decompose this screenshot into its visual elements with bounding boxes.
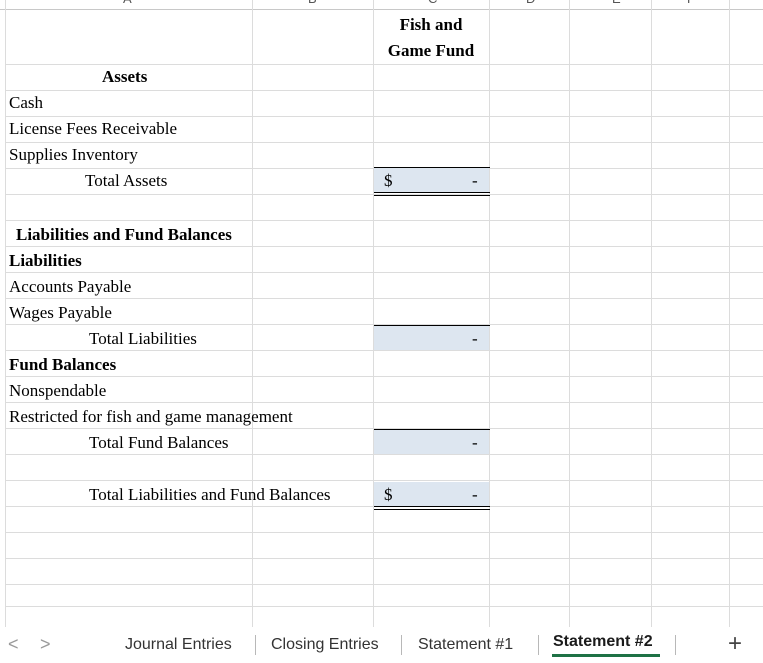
tab-closing-entries[interactable]: Closing Entries <box>271 627 379 657</box>
tab-journal-entries[interactable]: Journal Entries <box>125 627 232 657</box>
total-liabilities-label[interactable]: Total Liabilities <box>89 326 197 352</box>
tab-separator <box>401 635 402 655</box>
grid-hline <box>5 402 763 403</box>
header-game-fund[interactable]: Game Fund <box>373 38 489 64</box>
column-header-b[interactable]: B <box>308 0 317 6</box>
grid-hline <box>5 90 763 91</box>
sheet-tab-bar: < > Journal Entries Closing Entries Stat… <box>0 627 763 657</box>
total-liabilities-fund-balances-label[interactable]: Total Liabilities and Fund Balances <box>89 482 330 508</box>
previous-sheet-icon[interactable]: < <box>8 627 19 657</box>
column-header-f[interactable]: F <box>687 0 695 6</box>
liabilities-heading[interactable]: Liabilities <box>9 248 82 274</box>
tab-separator <box>255 635 256 655</box>
total-assets-double-underline <box>374 195 490 196</box>
column-header-c[interactable]: C <box>428 0 437 6</box>
grid-hline <box>5 376 763 377</box>
license-fees-label[interactable]: License Fees Receivable <box>9 116 177 142</box>
grid-hline <box>5 220 763 221</box>
column-header-a[interactable]: A <box>123 0 132 6</box>
restricted-label[interactable]: Restricted for fish and game management <box>9 404 293 430</box>
total-assets-label[interactable]: Total Assets <box>85 168 167 194</box>
total-liab-fb-double-underline <box>374 509 490 510</box>
total-liab-fb-value[interactable]: - <box>472 482 478 508</box>
column-header-e[interactable]: E <box>612 0 621 6</box>
spreadsheet-grid[interactable]: A B C D E F Fish and Game Fund Assets Ca… <box>0 0 763 627</box>
column-header-strip <box>0 0 763 10</box>
grid-hline <box>5 584 763 585</box>
total-assets-currency[interactable]: $ <box>384 168 393 194</box>
fund-balances-heading[interactable]: Fund Balances <box>9 352 116 378</box>
header-fish-and[interactable]: Fish and <box>373 12 489 38</box>
add-sheet-icon[interactable]: + <box>728 627 742 657</box>
cash-label[interactable]: Cash <box>9 90 43 116</box>
grid-hline <box>5 532 763 533</box>
nonspendable-label[interactable]: Nonspendable <box>9 378 106 404</box>
liabilities-fund-balances-heading[interactable]: Liabilities and Fund Balances <box>16 222 232 248</box>
grid-hline <box>5 272 763 273</box>
tab-separator <box>675 635 676 655</box>
tab-statement-1[interactable]: Statement #1 <box>418 627 513 657</box>
total-assets-value[interactable]: - <box>472 168 478 194</box>
total-liabilities-value[interactable]: - <box>472 326 478 352</box>
grid-hline <box>5 558 763 559</box>
total-liab-fb-currency[interactable]: $ <box>384 482 393 508</box>
accounts-payable-label[interactable]: Accounts Payable <box>9 274 131 300</box>
total-fund-balances-label[interactable]: Total Fund Balances <box>89 430 229 456</box>
supplies-inventory-label[interactable]: Supplies Inventory <box>9 142 138 168</box>
total-fund-balances-value[interactable]: - <box>472 430 478 456</box>
assets-heading[interactable]: Assets <box>102 64 147 90</box>
grid-hline <box>5 606 763 607</box>
column-header-d[interactable]: D <box>526 0 535 6</box>
wages-payable-label[interactable]: Wages Payable <box>9 300 112 326</box>
tab-separator <box>538 635 539 655</box>
grid-hline <box>5 480 763 481</box>
tab-statement-2[interactable]: Statement #2 <box>553 627 653 657</box>
next-sheet-icon[interactable]: > <box>40 627 51 657</box>
